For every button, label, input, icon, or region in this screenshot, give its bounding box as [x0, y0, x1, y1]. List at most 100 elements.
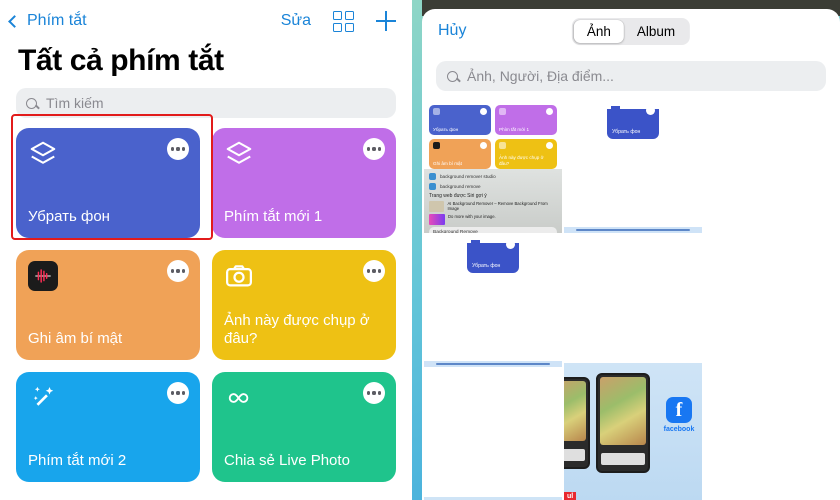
home-indicator — [564, 227, 702, 233]
caption-bar — [564, 449, 585, 461]
ellipsis-button[interactable] — [167, 382, 189, 404]
result-thumbnail — [429, 201, 445, 212]
siri-heading: Trang web được Siri gợi ý — [429, 193, 487, 199]
shortcut-card-chia-se-live-photo[interactable]: Chia sẻ Live Photo — [212, 372, 396, 482]
mini-search-bar: Background Remove — [429, 227, 557, 233]
waveform-icon — [35, 269, 51, 283]
layers-icon — [611, 106, 620, 113]
ellipsis-button — [646, 106, 655, 115]
shortcut-card-phim-tat-moi-2[interactable]: Phím tắt mới 2 — [16, 372, 200, 482]
suggestion-text: background remove — [440, 184, 481, 189]
picker-header: Hủy Ảnh Album — [422, 9, 840, 53]
mini-search-value: Background Remove — [433, 229, 478, 234]
page-title: Tất cả phím tắt — [18, 44, 224, 77]
mini-shortcut-card: Ghi âm bí mật — [429, 139, 491, 169]
mini-suggestion-row: background remove — [429, 183, 557, 190]
mini-shortcut-card: Убрать фон — [607, 106, 659, 139]
mini-shortcut-card: Убрать фон — [429, 105, 491, 135]
shortcut-card-anh-nay-duoc-chup-o-dau[interactable]: Ảnh này được chụp ở đâu? — [212, 250, 396, 360]
ellipsis-button[interactable] — [363, 138, 385, 160]
layers-icon — [30, 141, 56, 164]
layers-icon — [471, 240, 480, 247]
layers-icon — [226, 141, 252, 164]
mini-card-label: Убрать фон — [433, 126, 459, 132]
home-indicator — [424, 361, 562, 367]
facebook-branding: f facebook — [662, 397, 696, 433]
back-button-label: Phím tắt — [27, 12, 87, 29]
shortcut-card-ghi-am-bi-mat[interactable]: Ghi âm bí mật — [16, 250, 200, 360]
result-title: AI Background Remover – Remove Backgroun… — [447, 201, 548, 212]
photo-picker-panel: Hủy Ảnh Album Ảnh, Người, Địa điểm... Уб… — [412, 0, 840, 500]
photo-thumbnail-facebook-ad[interactable]: f facebook ul — [564, 363, 702, 500]
grid-cell — [333, 22, 342, 32]
caption-bar — [601, 453, 645, 465]
result-thumbnail — [429, 214, 445, 225]
shortcut-card-phim-tat-moi-1[interactable]: Phím tắt mới 1 — [212, 128, 396, 238]
ellipsis-button[interactable] — [363, 260, 385, 282]
tab-photos[interactable]: Ảnh — [573, 19, 624, 43]
ellipsis-button — [506, 240, 515, 249]
search-input[interactable]: Tìm kiếm — [16, 88, 396, 118]
shortcut-row: Ghi âm bí mật Ảnh này được chụp ở đâu? — [16, 250, 396, 360]
picker-search-placeholder: Ảnh, Người, Địa điểm... — [467, 68, 614, 84]
shortcut-card-label: Ảnh này được chụp ở đâu? — [224, 311, 370, 348]
shortcut-card-label: Phím tắt mới 1 — [224, 208, 323, 226]
mini-card-label: Ảnh này được chụp ở đâu? — [499, 155, 544, 166]
edit-button[interactable]: Sửa — [281, 12, 311, 30]
grid-cell — [333, 10, 342, 20]
safari-icon — [429, 183, 436, 190]
search-icon — [447, 70, 458, 82]
mini-card-label: Ghi âm bí mật — [433, 160, 462, 166]
photo-grid: Убрать фон Phím tắt mới 1 Ghi âm bí mật — [422, 101, 840, 500]
mini-card-label: Убрать фон — [612, 129, 641, 135]
photo-thumbnail-shortcut-card-1[interactable]: Убрать фон — [564, 101, 702, 233]
ellipsis-button[interactable] — [363, 382, 385, 404]
magic-wand-icon — [33, 386, 54, 406]
search-container: Tìm kiếm — [0, 88, 412, 118]
food-photo — [564, 381, 586, 441]
facebook-wordmark: facebook — [663, 426, 695, 433]
mini-card-label: Phím tắt mới 1 — [499, 126, 530, 132]
phone-mockup — [564, 377, 590, 469]
camera-icon — [226, 265, 252, 287]
chevron-left-icon — [8, 14, 21, 28]
shortcut-row: Убрать фон Phím tắt mới 1 — [16, 128, 396, 238]
shortcut-card-label: Убрать фон — [28, 208, 110, 226]
photo-thumbnail-shortcut-card-2[interactable]: Убрать фон — [424, 235, 562, 367]
ellipsis-button[interactable] — [167, 260, 189, 282]
phone-mockup — [596, 373, 650, 473]
navigation-bar: Phím tắt Sửa — [0, 0, 412, 42]
mini-card-label: Убрать фон — [472, 263, 501, 269]
mini-result-row: Do more with your image. — [429, 214, 557, 225]
search-placeholder: Tìm kiếm — [46, 95, 104, 111]
mini-result-row: AI Background Remover – Remove Backgroun… — [429, 201, 557, 212]
mini-shortcut-row: Ghi âm bí mật Ảnh này được chụp ở đâu? — [429, 139, 557, 169]
grid-view-icon[interactable] — [333, 10, 354, 32]
back-button[interactable]: Phím tắt — [8, 12, 87, 30]
shortcut-card-label: Chia sẻ Live Photo — [224, 452, 350, 470]
picker-search-input[interactable]: Ảnh, Người, Địa điểm... — [436, 61, 826, 91]
mini-shortcut-card: Ảnh này được chụp ở đâu? — [495, 139, 557, 169]
safari-icon — [429, 173, 436, 180]
mini-shortcut-card: Убрать фон — [467, 240, 519, 273]
photo-thumbnail-shortcuts-safari[interactable]: Убрать фон Phím tắt mới 1 Ghi âm bí mật — [424, 101, 562, 233]
shortcut-card-label: Phím tắt mới 2 — [28, 452, 127, 470]
screenshot-root: Phím tắt Sửa Tất cả phím tắt Tìm kiếm Уб… — [0, 0, 840, 500]
shortcuts-app-panel: Phím tắt Sửa Tất cả phím tắt Tìm kiếm Уб… — [0, 0, 412, 500]
mini-shortcut-card: Phím tắt mới 1 — [495, 105, 557, 135]
food-photo — [600, 377, 646, 445]
mini-safari-overlay: background remover studio background rem… — [424, 169, 562, 233]
suggestion-text: background remover studio — [440, 174, 496, 179]
picker-search-container: Ảnh, Người, Địa điểm... — [422, 53, 840, 101]
tab-albums[interactable]: Album — [624, 20, 688, 43]
grid-cell — [345, 10, 354, 20]
ellipsis-button[interactable] — [167, 138, 189, 160]
result-title: Do more with your image. — [448, 214, 496, 219]
voice-memo-icon — [28, 261, 58, 291]
shortcut-card-ubrat-fon[interactable]: Убрать фон — [16, 128, 200, 238]
cancel-button[interactable]: Hủy — [438, 22, 466, 40]
facebook-icon: f — [666, 397, 692, 423]
add-shortcut-plus-icon[interactable] — [376, 11, 396, 31]
segmented-control: Ảnh Album — [571, 17, 691, 45]
red-tag: ul — [564, 492, 577, 500]
